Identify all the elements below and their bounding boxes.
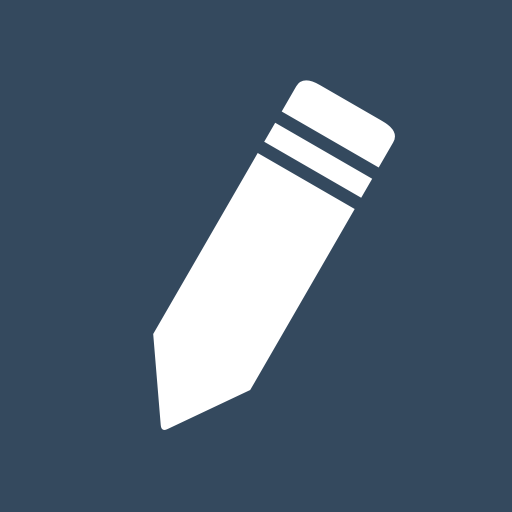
app-icon (0, 0, 512, 512)
pencil-icon-canvas (0, 0, 512, 512)
